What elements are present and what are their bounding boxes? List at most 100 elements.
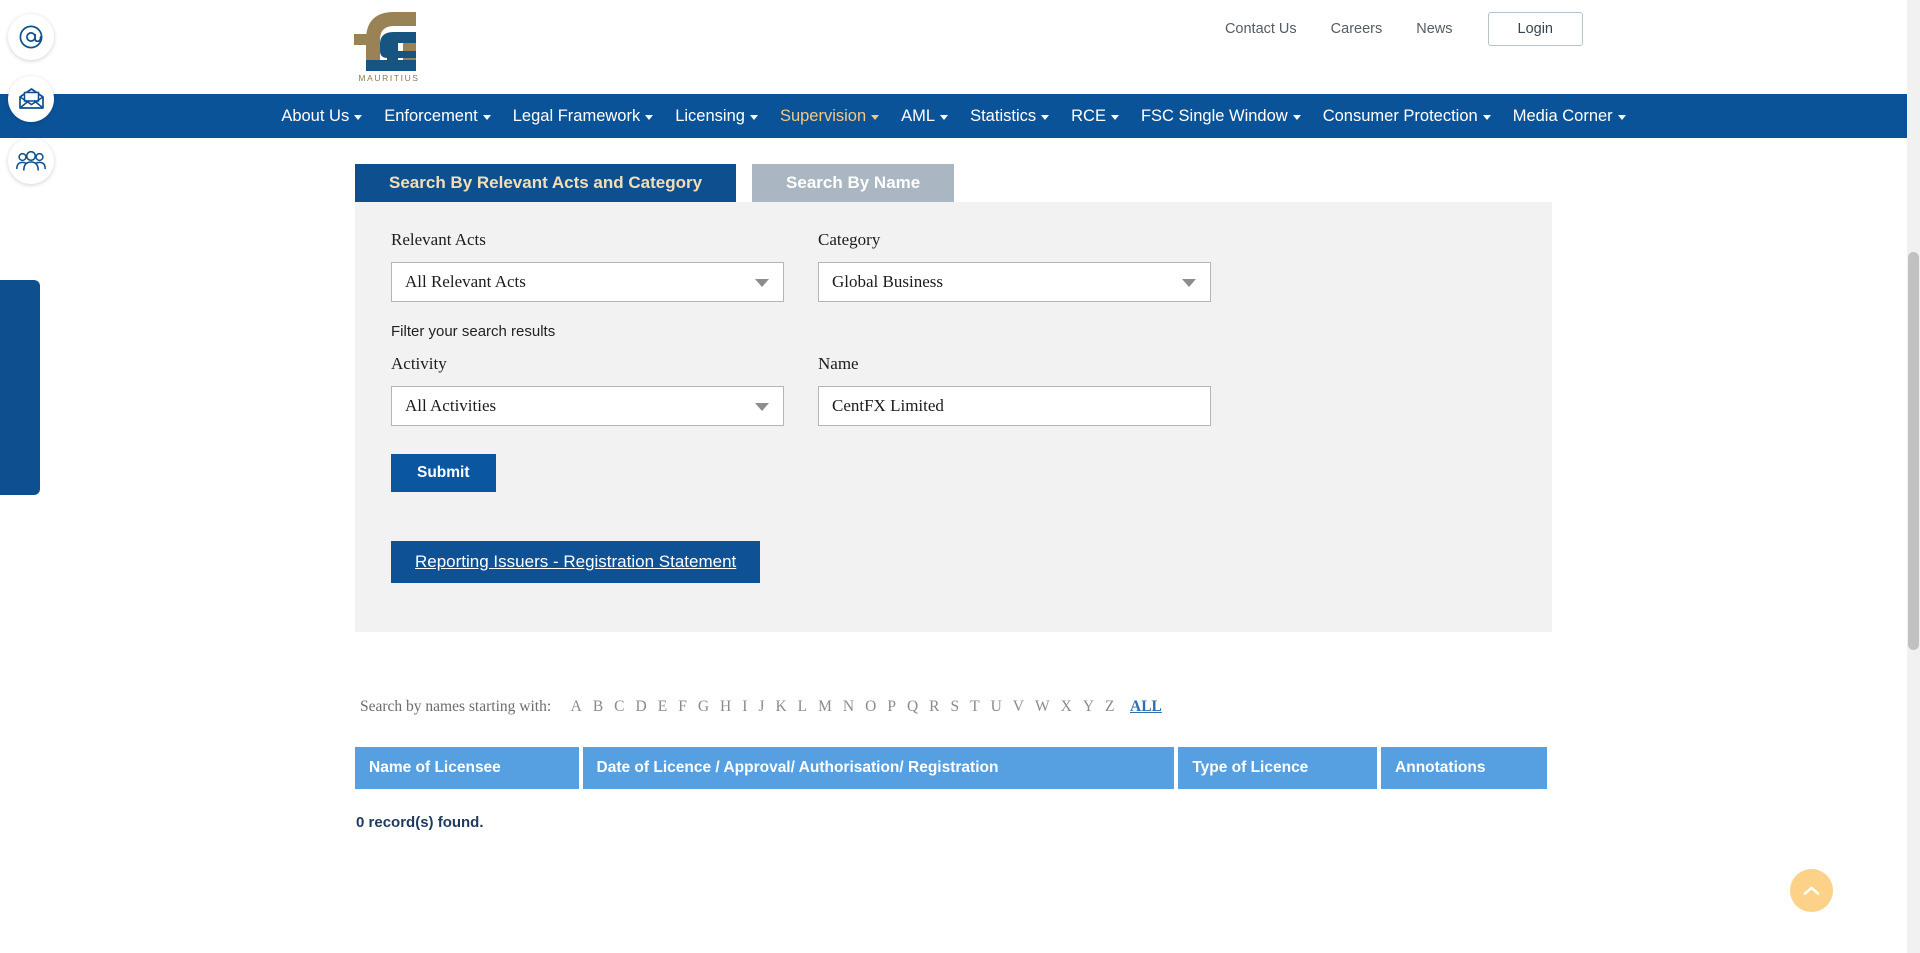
nav-item-licensing[interactable]: Licensing <box>664 94 769 138</box>
utility-nav: Contact Us Careers News Login <box>1208 12 1583 46</box>
chevron-down-icon <box>755 279 769 287</box>
nav-label: Statistics <box>970 107 1037 125</box>
chevron-down-icon <box>871 115 880 120</box>
alpha-letter-f[interactable]: F <box>673 698 693 716</box>
at-symbol-button[interactable] <box>8 14 54 60</box>
activity-label: Activity <box>391 354 447 373</box>
page-scrollbar[interactable] <box>1907 0 1920 953</box>
nav-item-enforcement[interactable]: Enforcement <box>373 94 502 138</box>
alpha-letter-c[interactable]: C <box>609 698 630 716</box>
alpha-letter-g[interactable]: G <box>692 698 714 716</box>
chevron-down-icon <box>1041 115 1050 120</box>
category-value: Global Business <box>832 272 943 291</box>
alpha-letter-v[interactable]: V <box>1007 698 1029 716</box>
nav-label: About Us <box>281 107 350 125</box>
alpha-letter-m[interactable]: M <box>813 698 838 716</box>
tab-search-by-relevant-acts-and-category[interactable]: Search By Relevant Acts and Category <box>355 164 737 202</box>
activity-select[interactable]: All Activities <box>391 386 784 426</box>
results-table-header: Name of Licensee Date of Licence / Appro… <box>355 747 1547 789</box>
records-found-status: 0 record(s) found. <box>356 814 484 831</box>
open-envelope-button[interactable] <box>8 76 54 122</box>
chevron-up-icon <box>1803 886 1820 895</box>
alpha-letter-w[interactable]: W <box>1029 698 1055 716</box>
column-header-name-of-licensee[interactable]: Name of Licensee <box>355 747 579 789</box>
alphabet-filter-label: Search by names starting with: <box>360 698 552 715</box>
alpha-letter-j[interactable]: J <box>753 698 770 716</box>
field-activity: Activity All Activities <box>391 354 784 426</box>
nav-item-consumer-protection[interactable]: Consumer Protection <box>1312 94 1502 138</box>
alpha-letter-q[interactable]: Q <box>901 698 923 716</box>
alpha-letter-n[interactable]: N <box>837 698 859 716</box>
alpha-letter-p[interactable]: P <box>882 698 902 716</box>
alpha-letter-i[interactable]: I <box>737 698 753 716</box>
nav-label: Legal Framework <box>512 107 641 125</box>
nav-item-aml[interactable]: AML <box>890 94 959 138</box>
alpha-letter-r[interactable]: R <box>924 698 945 716</box>
alpha-letter-d[interactable]: D <box>630 698 652 716</box>
nav-item-supervision[interactable]: Supervision <box>769 94 890 138</box>
column-header-type-of-licence[interactable]: Type of Licence <box>1178 747 1378 789</box>
scrollbar-thumb[interactable] <box>1908 252 1919 650</box>
tab-search-by-name[interactable]: Search By Name <box>752 164 955 202</box>
alpha-letter-a[interactable]: A <box>565 698 587 716</box>
chevron-down-icon <box>1110 115 1119 120</box>
top-link-careers[interactable]: Careers <box>1314 12 1400 46</box>
nav-item-legal-framework[interactable]: Legal Framework <box>502 94 664 138</box>
fsc-logo-icon <box>354 12 416 71</box>
alpha-letter-t[interactable]: T <box>965 698 985 716</box>
nav-item-rce[interactable]: RCE <box>1060 94 1130 138</box>
nav-label: Supervision <box>779 107 867 125</box>
fsc-mauritius-logo[interactable]: MAURITIUS <box>354 10 424 86</box>
alpha-letter-k[interactable]: K <box>770 698 792 716</box>
main-navigation: About Us Enforcement Legal Framework Lic… <box>0 94 1907 138</box>
alpha-letter-x[interactable]: X <box>1055 698 1077 716</box>
chevron-down-icon <box>940 115 949 120</box>
alpha-letter-o[interactable]: O <box>860 698 882 716</box>
logo-caption: MAURITIUS <box>358 73 420 83</box>
category-label: Category <box>818 230 881 249</box>
form-row-activity-name: Activity All Activities Name <box>391 354 1516 426</box>
relevant-acts-select[interactable]: All Relevant Acts <box>391 262 784 302</box>
alpha-letter-u[interactable]: U <box>985 698 1007 716</box>
field-category: Category Global Business <box>818 230 1211 302</box>
alpha-letter-s[interactable]: S <box>945 698 965 716</box>
alpha-letter-e[interactable]: E <box>652 698 672 716</box>
chevron-down-icon <box>645 115 654 120</box>
nav-item-about-us[interactable]: About Us <box>270 94 373 138</box>
chevron-down-icon <box>1617 115 1626 120</box>
submit-button[interactable]: Submit <box>391 454 496 492</box>
alpha-letter-all[interactable]: ALL <box>1120 698 1167 716</box>
name-input[interactable] <box>818 386 1211 426</box>
alpha-letter-z[interactable]: Z <box>1100 698 1120 716</box>
top-link-news[interactable]: News <box>1399 12 1469 46</box>
column-header-date-of-licence[interactable]: Date of Licence / Approval/ Authorisatio… <box>582 747 1175 789</box>
scroll-to-top-button[interactable] <box>1790 869 1833 912</box>
chevron-down-icon <box>1182 279 1196 287</box>
name-label: Name <box>818 354 859 373</box>
people-group-button[interactable] <box>8 138 54 184</box>
nav-item-statistics[interactable]: Statistics <box>959 94 1060 138</box>
alpha-letter-h[interactable]: H <box>715 698 737 716</box>
chevron-down-icon <box>755 403 769 411</box>
reporting-issuers-registration-statement-button[interactable]: Reporting Issuers - Registration Stateme… <box>391 541 761 583</box>
nav-item-fsc-single-window[interactable]: FSC Single Window <box>1130 94 1312 138</box>
filter-results-note: Filter your search results <box>391 323 556 340</box>
column-header-annotations[interactable]: Annotations <box>1381 747 1547 789</box>
search-tabs: Search By Relevant Acts and Category Sea… <box>355 164 1552 202</box>
nav-label: Media Corner <box>1512 107 1613 125</box>
login-button[interactable]: Login <box>1487 12 1583 46</box>
alpha-letter-l[interactable]: L <box>792 698 812 716</box>
main-navigation-list: About Us Enforcement Legal Framework Lic… <box>270 94 1636 138</box>
nav-item-media-corner[interactable]: Media Corner <box>1502 94 1637 138</box>
relevant-acts-value: All Relevant Acts <box>405 272 526 291</box>
at-symbol-icon <box>19 25 43 49</box>
chevron-down-icon <box>1292 115 1301 120</box>
nav-label: AML <box>901 107 936 125</box>
top-link-contact-us[interactable]: Contact Us <box>1208 12 1314 46</box>
search-form-panel: Relevant Acts All Relevant Acts Category… <box>355 202 1552 632</box>
main-content: Search By Relevant Acts and Category Sea… <box>0 138 1907 831</box>
alpha-letter-b[interactable]: B <box>587 698 608 716</box>
alpha-letter-y[interactable]: Y <box>1077 698 1099 716</box>
category-select[interactable]: Global Business <box>818 262 1211 302</box>
site-header: MAURITIUS Contact Us Careers News Login <box>0 0 1907 94</box>
